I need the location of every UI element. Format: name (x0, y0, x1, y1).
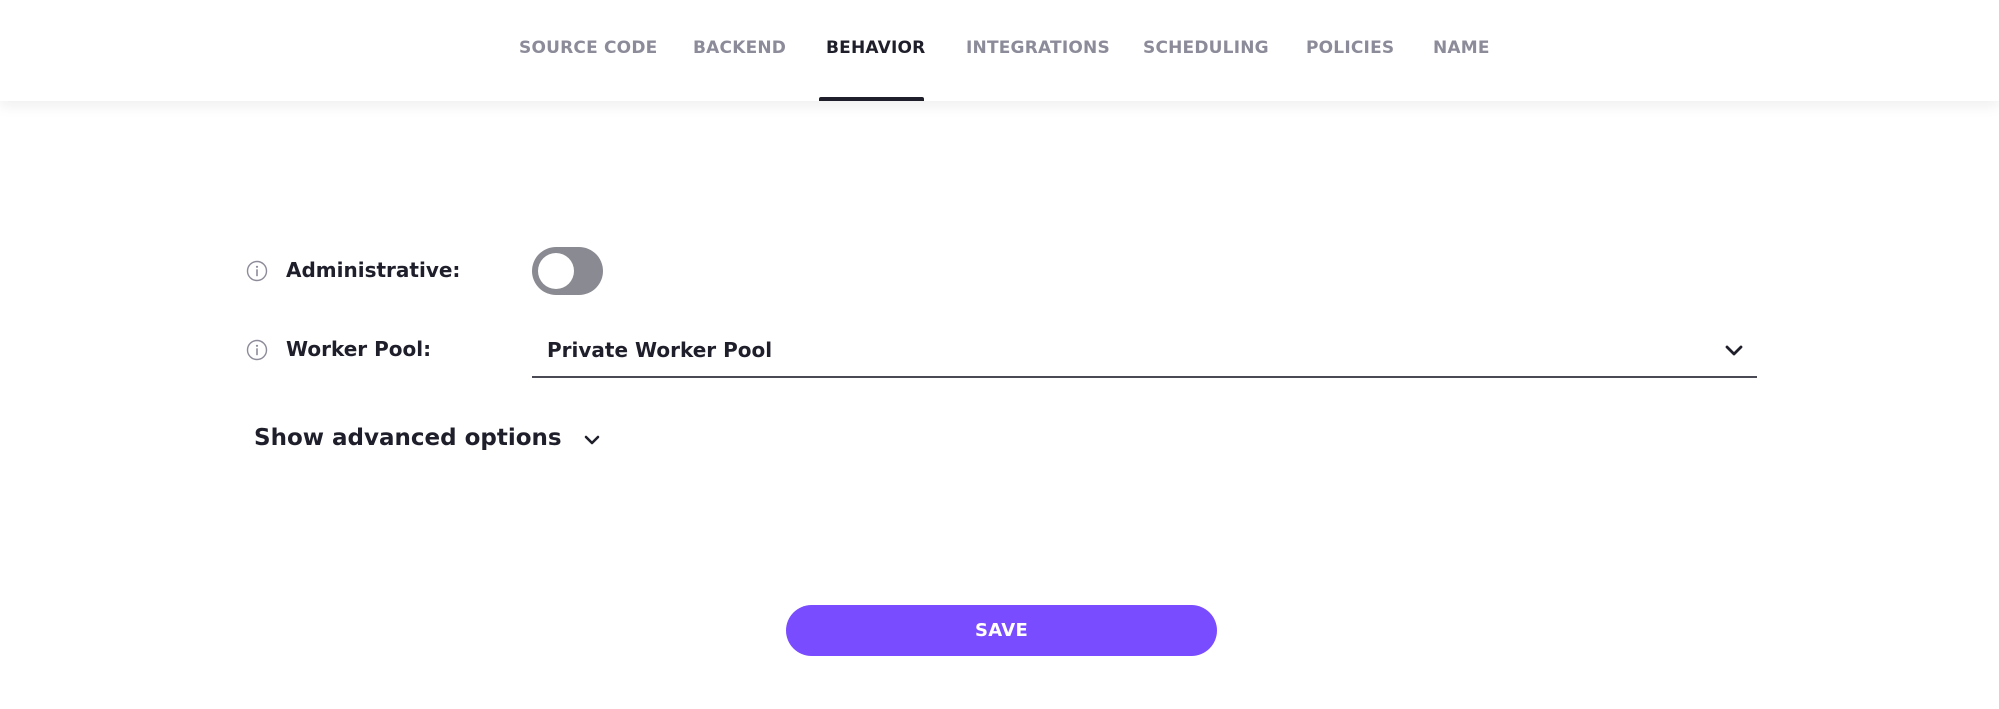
tab-policies[interactable]: POLICIES (1306, 0, 1394, 101)
tab-label: SOURCE CODE (519, 38, 658, 58)
advanced-options-label: Show advanced options (254, 425, 562, 451)
worker-pool-select[interactable]: Private Worker Pool (532, 330, 1757, 378)
tab-label: BACKEND (693, 38, 787, 58)
administrative-toggle[interactable] (532, 247, 603, 295)
page: SOURCE CODE BACKEND BEHAVIOR INTEGRATION… (0, 0, 1999, 709)
tab-source-code[interactable]: SOURCE CODE (519, 0, 657, 101)
tab-name[interactable]: NAME (1433, 0, 1490, 101)
tab-label: BEHAVIOR (826, 38, 926, 58)
worker-pool-selected-value: Private Worker Pool (547, 338, 773, 362)
info-icon[interactable] (246, 260, 268, 282)
tab-bar: SOURCE CODE BACKEND BEHAVIOR INTEGRATION… (0, 0, 1999, 101)
tab-backend[interactable]: BACKEND (693, 0, 786, 101)
tab-behavior[interactable]: BEHAVIOR (819, 0, 925, 101)
save-button[interactable]: SAVE (786, 605, 1217, 656)
tab-label: NAME (1433, 38, 1490, 58)
tab-list: SOURCE CODE BACKEND BEHAVIOR INTEGRATION… (0, 0, 1999, 101)
tab-label: INTEGRATIONS (966, 38, 1110, 58)
tab-label: POLICIES (1306, 38, 1395, 58)
tab-scheduling[interactable]: SCHEDULING (1143, 0, 1269, 101)
tab-label: SCHEDULING (1143, 38, 1269, 58)
toggle-knob (538, 253, 574, 289)
tab-integrations[interactable]: INTEGRATIONS (966, 0, 1110, 101)
show-advanced-options[interactable]: Show advanced options (254, 425, 603, 459)
worker-pool-label: Worker Pool: (286, 337, 432, 361)
administrative-label: Administrative: (286, 258, 461, 282)
chevron-down-icon (1725, 345, 1743, 356)
chevron-down-icon (584, 435, 599, 445)
info-icon[interactable] (246, 339, 268, 361)
active-tab-indicator (819, 97, 924, 101)
